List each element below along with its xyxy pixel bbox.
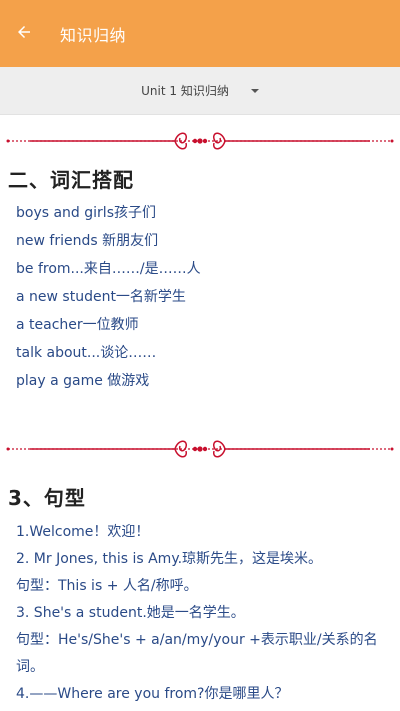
caret-down-icon bbox=[250, 88, 259, 93]
page-title: 知识归纳 bbox=[60, 25, 127, 45]
ornament-divider bbox=[0, 119, 400, 159]
unit-selector-value: Unit 1 知识归纳 bbox=[141, 84, 229, 98]
list-item: 句型：He's/She's + a/an/my/your +表示职业/关系的名词… bbox=[16, 632, 378, 675]
list-item: a new student一名新学生 bbox=[16, 289, 186, 305]
list-item: 3. She's a student.她是一名学生。 bbox=[16, 605, 245, 621]
unit-selector[interactable]: Unit 1 知识归纳 bbox=[0, 67, 400, 115]
list-item: be from...来自……/是……人 bbox=[16, 261, 201, 277]
app-bar: 知识归纳 bbox=[0, 0, 400, 67]
list-item: 1.Welcome！欢迎！ bbox=[16, 524, 150, 540]
arrow-left-icon bbox=[15, 23, 33, 45]
ornament-divider bbox=[0, 429, 400, 469]
list-item: play a game 做游戏 bbox=[16, 373, 150, 389]
list-item: 句型：This is + 人名/称呼。 bbox=[16, 578, 198, 594]
content-area[interactable]: 二、词汇搭配 boys and girls孩子们 new friends 新朋友… bbox=[0, 115, 400, 711]
pattern-list: 1.Welcome！欢迎！ 2. Mr Jones, this is Amy.琼… bbox=[0, 519, 400, 708]
list-item: new friends 新朋友们 bbox=[16, 233, 159, 249]
list-item: 2. Mr Jones, this is Amy.琼斯先生，这是埃米。 bbox=[16, 551, 323, 567]
vocab-heading: 二、词汇搭配 bbox=[8, 167, 134, 192]
vocab-list: boys and girls孩子们 new friends 新朋友们 be fr… bbox=[0, 199, 400, 395]
back-button[interactable] bbox=[0, 0, 48, 67]
pattern-heading: 3、句型 bbox=[8, 485, 86, 510]
list-item: 4.——Where are you from?你是哪里人？ bbox=[16, 686, 289, 702]
list-item: a teacher一位教师 bbox=[16, 317, 139, 333]
list-item: boys and girls孩子们 bbox=[16, 205, 156, 221]
list-item: talk about...谈论…… bbox=[16, 345, 157, 361]
